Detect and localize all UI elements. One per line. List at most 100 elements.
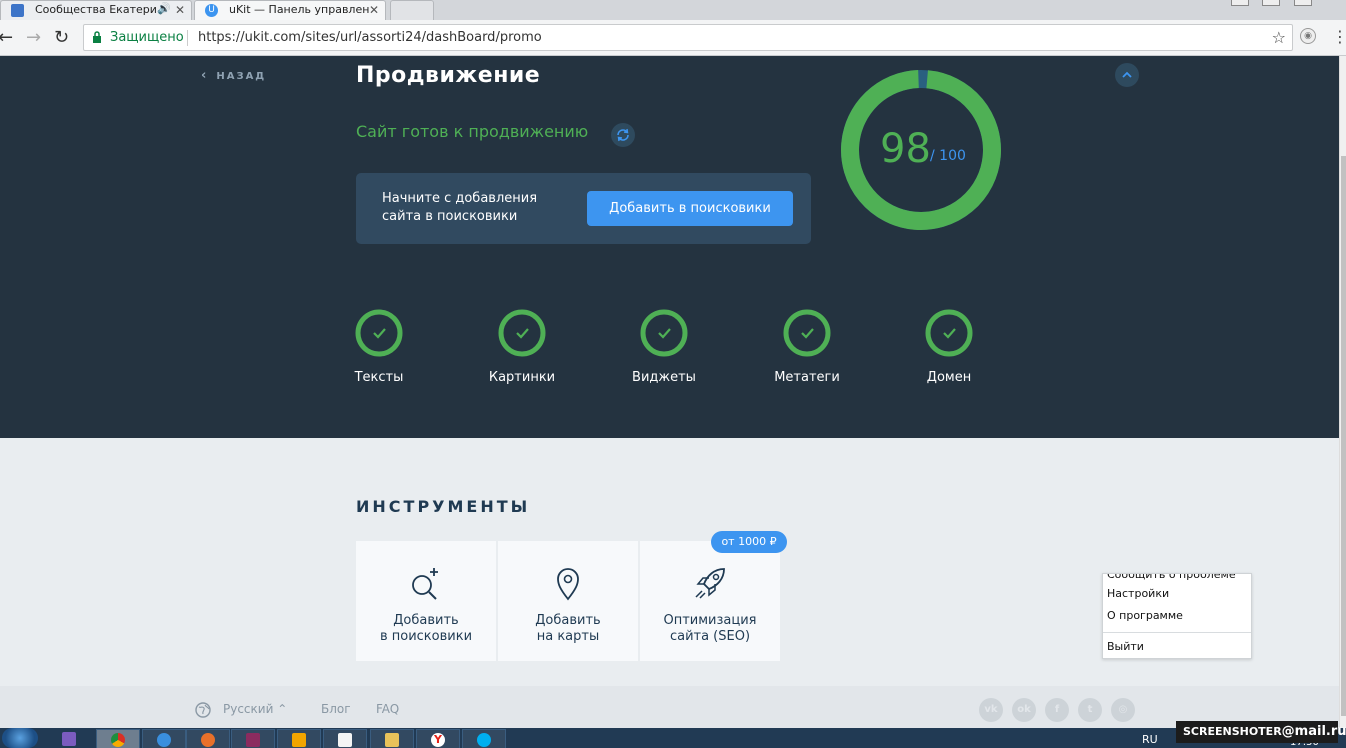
divider — [187, 30, 188, 46]
taskbar-app-firefox[interactable] — [186, 729, 230, 748]
app-icon — [62, 732, 76, 746]
maximize-button[interactable] — [1262, 0, 1280, 6]
check-widgets[interactable]: Виджеты — [619, 308, 709, 385]
check-texts[interactable]: Тексты — [334, 308, 424, 385]
menu-item-about[interactable]: О программе — [1107, 609, 1183, 622]
chrome-icon — [111, 733, 125, 747]
taskbar-app-explorer[interactable] — [370, 729, 414, 748]
language-selector[interactable]: Русский ⌃ — [223, 702, 287, 716]
check-metatags[interactable]: Метатеги — [762, 308, 852, 385]
tool-label-line: сайта (SEO) — [669, 629, 751, 644]
taskbar-app-skype[interactable] — [462, 729, 506, 748]
browser-toolbar: ← → ↻ Защищено https://ukit.com/sites/ur… — [0, 20, 1346, 56]
secure-label: Защищено — [110, 30, 184, 45]
audio-icon[interactable]: 🔊 — [157, 2, 171, 16]
score-max: / 100 — [930, 148, 966, 164]
vk-video-icon — [11, 4, 24, 17]
ukit-favicon-icon: U — [205, 4, 218, 17]
instagram-icon[interactable]: ◎ — [1111, 698, 1135, 722]
tool-seo-optimization[interactable]: Оптимизация сайта (SEO) — [640, 541, 780, 661]
tools-title: ИНСТРУМЕНТЫ — [356, 497, 531, 516]
check-label: Картинки — [488, 370, 556, 385]
check-label: Домен — [926, 370, 972, 385]
check-circle-icon — [355, 309, 403, 357]
menu-item-logout[interactable]: Выйти — [1107, 640, 1144, 653]
refresh-icon — [617, 128, 629, 142]
context-menu: Сообщить о проблеме Настройки О программ… — [1102, 573, 1252, 659]
taskbar-app-visualstudio[interactable] — [48, 729, 92, 748]
status-text: Сайт готов к продвижению — [356, 122, 589, 141]
winrar-icon — [246, 733, 260, 747]
firefox-icon — [201, 733, 215, 747]
ie-icon — [157, 733, 171, 747]
globe-icon — [195, 702, 211, 718]
check-domain[interactable]: Домен — [904, 308, 994, 385]
blog-link[interactable]: Блог — [321, 702, 351, 716]
back-arrow-icon[interactable]: ← — [0, 27, 13, 48]
close-window-button[interactable] — [1294, 0, 1312, 6]
reload-icon[interactable]: ↻ — [54, 27, 69, 48]
facebook-icon[interactable]: f — [1045, 698, 1069, 722]
taskbar-app-yandex[interactable]: Y — [416, 729, 460, 748]
check-label: Тексты — [354, 370, 404, 385]
scrollbar-thumb[interactable] — [1341, 156, 1346, 716]
check-circle-icon — [783, 309, 831, 357]
check-images[interactable]: Картинки — [477, 308, 567, 385]
footer: Русский ⌃ Блог FAQ vk ok f t ◎ — [0, 686, 1339, 728]
menu-item-settings[interactable]: Настройки — [1107, 587, 1169, 600]
taskbar-app-ie[interactable] — [142, 729, 186, 748]
screenshoter-watermark: SCREENSHOTER@mail.ru — [1176, 721, 1346, 743]
browser-tab[interactable]: Сообщества Екатери 🔊 ✕ — [0, 0, 192, 20]
menu-item-report-problem[interactable]: Сообщить о проблеме — [1107, 574, 1236, 581]
skype-icon — [477, 733, 491, 747]
check-circle-icon — [498, 309, 546, 357]
page-scrollbar[interactable] — [1339, 56, 1346, 728]
chevron-up-icon: ⌃ — [277, 702, 288, 716]
close-icon[interactable]: ✕ — [369, 3, 379, 17]
odnoklassniki-icon[interactable]: ok — [1012, 698, 1036, 722]
browser-menu-icon[interactable]: ⋮ — [1332, 27, 1346, 46]
taskbar-app-media[interactable] — [277, 729, 321, 748]
taskbar-app-winrar[interactable] — [231, 729, 275, 748]
tool-label-line: на карты — [536, 629, 600, 644]
menu-divider — [1103, 632, 1251, 633]
tool-add-to-search[interactable]: Добавить в поисковики — [356, 541, 496, 661]
lock-icon — [93, 31, 101, 43]
media-player-icon — [292, 733, 306, 747]
vk-icon[interactable]: vk — [979, 698, 1003, 722]
new-tab-button[interactable] — [390, 0, 434, 20]
tool-add-to-maps[interactable]: Добавить на карты — [498, 541, 638, 661]
forward-arrow-icon[interactable]: → — [26, 27, 41, 48]
close-icon[interactable]: ✕ — [175, 3, 185, 17]
score-value: 98 — [880, 126, 931, 172]
faq-link[interactable]: FAQ — [376, 702, 399, 716]
page-viewport: ‹ НАЗАД Продвижение Сайт готов к продвиже… — [0, 56, 1339, 728]
add-to-search-engines-button[interactable]: Добавить в поисковики — [587, 191, 793, 226]
refresh-button[interactable] — [611, 123, 635, 147]
address-bar[interactable]: Защищено https://ukit.com/sites/url/asso… — [83, 24, 1293, 51]
folder-icon — [385, 733, 399, 747]
minimize-button[interactable] — [1231, 0, 1249, 6]
start-button[interactable] — [2, 728, 38, 748]
word-icon — [338, 733, 352, 747]
browser-tab-strip: Сообщества Екатери 🔊 ✕ U uKit — Панель у… — [0, 0, 1346, 20]
browser-tab-active[interactable]: U uKit — Панель управлен ✕ — [194, 0, 386, 20]
url-text[interactable]: https://ukit.com/sites/url/assorti24/das… — [198, 30, 542, 45]
tab-title: uKit — Панель управлен — [229, 3, 370, 16]
price-badge: от 1000 ₽ — [711, 531, 787, 553]
windows-taskbar: Y RU 17:50 — [0, 728, 1346, 748]
back-link[interactable]: ‹ НАЗАД — [201, 68, 266, 83]
bookmark-star-icon[interactable]: ☆ — [1272, 28, 1286, 47]
twitter-icon[interactable]: t — [1078, 698, 1102, 722]
extension-icon[interactable]: ◉ — [1300, 28, 1316, 44]
page-title: Продвижение — [356, 63, 541, 88]
check-label: Виджеты — [632, 370, 696, 385]
taskbar-app-word[interactable] — [323, 729, 367, 748]
keyboard-language[interactable]: RU — [1142, 733, 1158, 746]
tab-title: Сообщества Екатери — [35, 3, 157, 16]
promo-card: Начните с добавления сайта в поисковики … — [356, 173, 811, 244]
tool-label-line: Добавить — [393, 613, 459, 628]
taskbar-app-chrome[interactable] — [96, 729, 140, 748]
promo-section: ‹ НАЗАД Продвижение Сайт готов к продвиже… — [0, 56, 1339, 438]
collapse-button[interactable] — [1115, 63, 1139, 87]
